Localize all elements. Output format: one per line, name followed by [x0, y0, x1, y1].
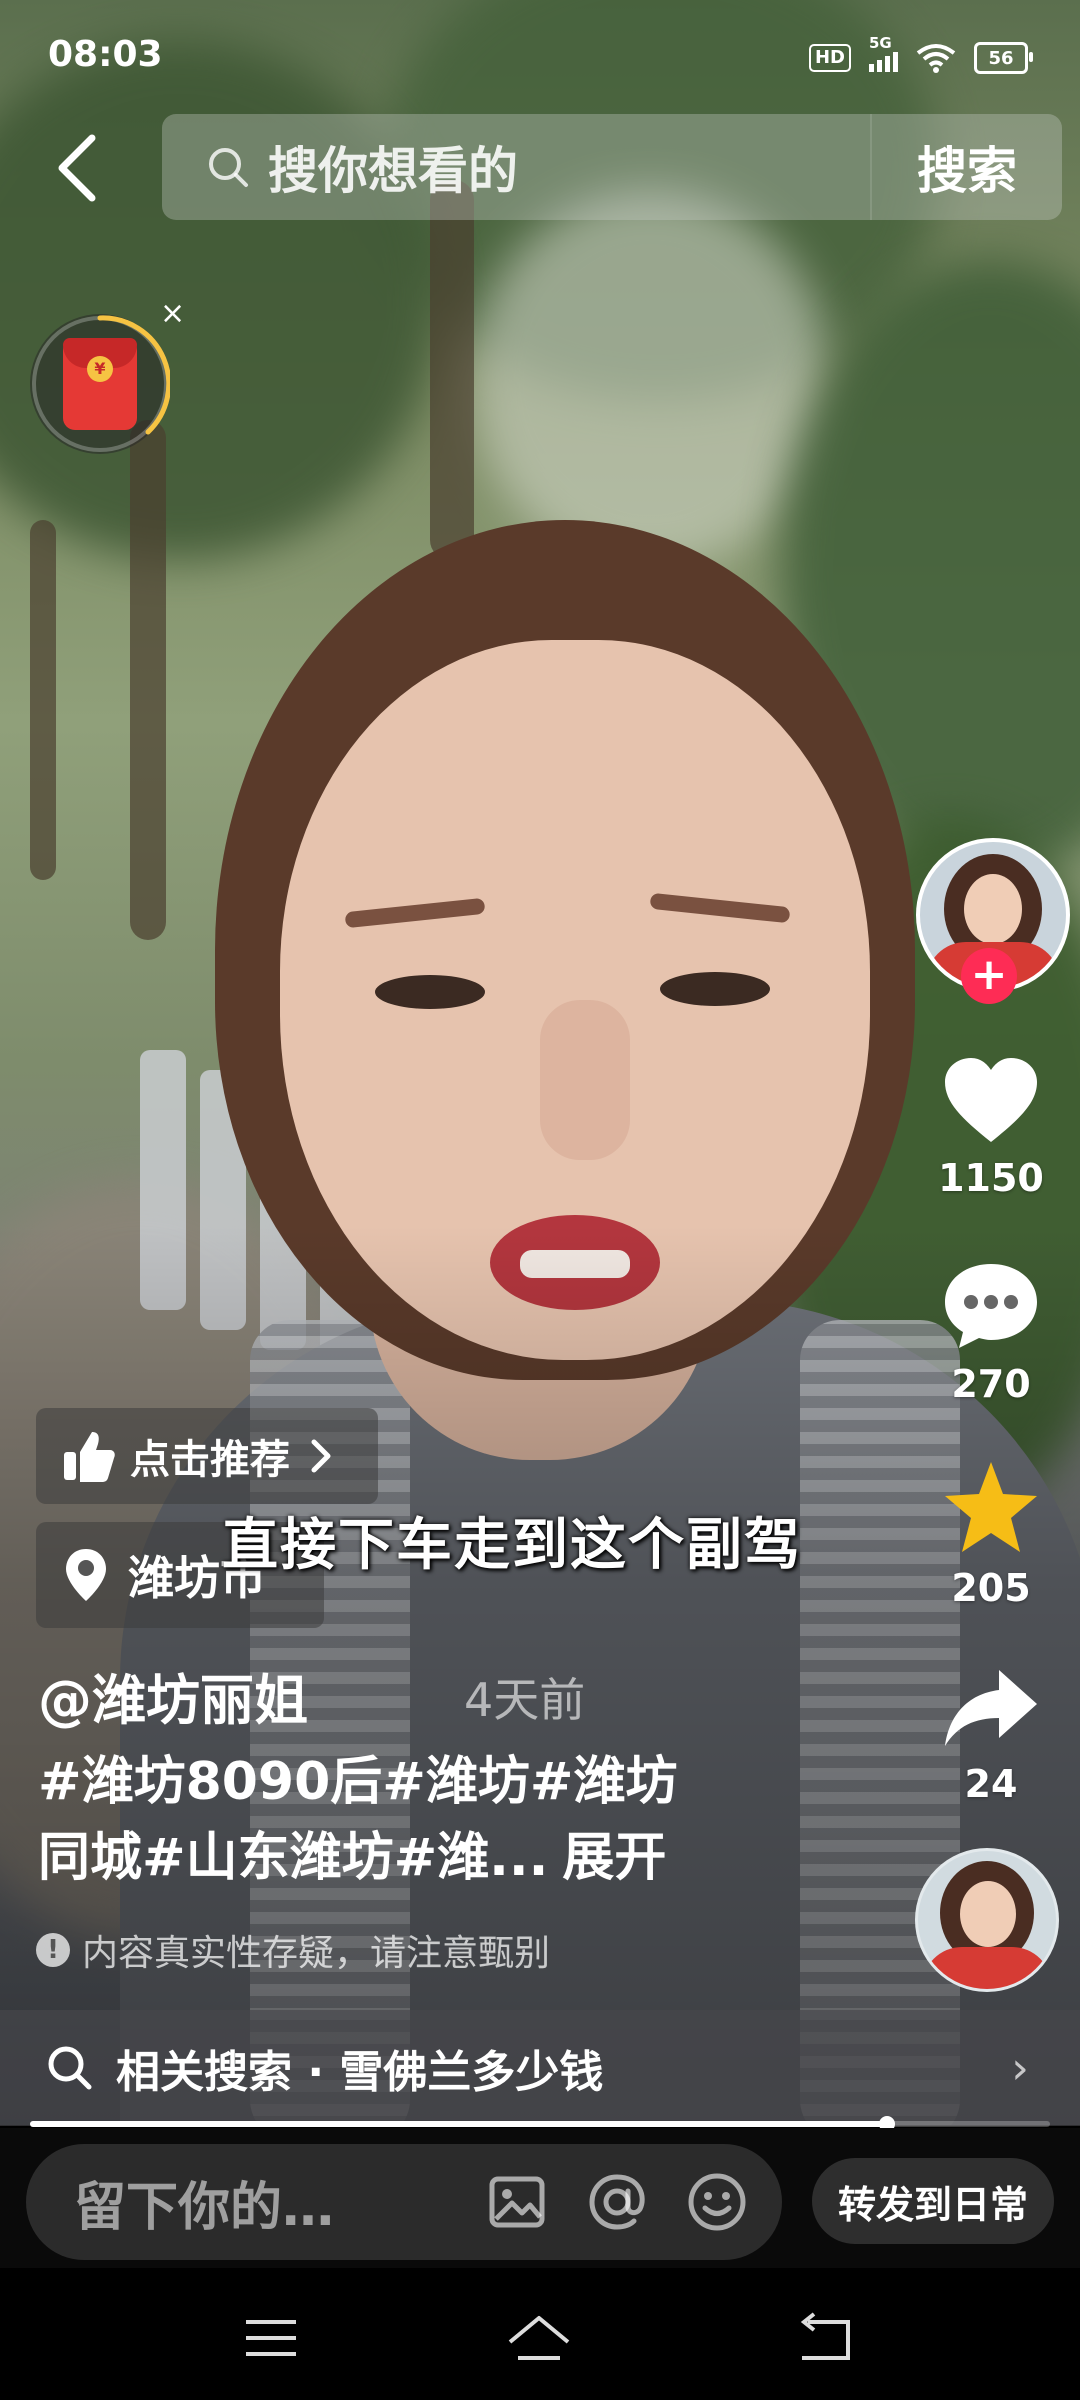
- image-icon[interactable]: [482, 2167, 552, 2237]
- red-packet-widget[interactable]: ¥: [30, 314, 170, 454]
- signal-icon: 5G: [869, 34, 898, 72]
- search-button[interactable]: 搜索: [870, 114, 1062, 220]
- chevron-right-icon: [311, 1439, 331, 1473]
- comment-button[interactable]: 270: [916, 1260, 1066, 1406]
- comment-count: 270: [951, 1362, 1031, 1406]
- share-button[interactable]: 24: [916, 1666, 1066, 1806]
- comment-placeholder: 留下你的…: [74, 2177, 335, 2238]
- video-subtitle: 直接下车走到这个副驾: [222, 1513, 802, 1578]
- status-time: 08:03: [48, 34, 163, 75]
- like-button[interactable]: 1150: [916, 1056, 1066, 1200]
- home-icon[interactable]: [504, 2308, 574, 2368]
- comment-icon: [945, 1264, 1037, 1348]
- progress-fill: [30, 2121, 887, 2127]
- heart-icon: [945, 1058, 1037, 1142]
- search-icon: [209, 148, 248, 187]
- star-icon: [945, 1462, 1037, 1552]
- eye: [375, 975, 485, 1009]
- search-bar[interactable]: 搜你想看的 搜索: [162, 114, 1062, 220]
- share-count: 24: [964, 1762, 1018, 1806]
- description-line: 同城#山东潍坊#潍...: [38, 1828, 549, 1888]
- red-packet-icon: ¥: [63, 338, 137, 430]
- recommend-label: 点击推荐: [130, 1437, 290, 1483]
- coin-icon: ¥: [87, 356, 113, 382]
- expand-button[interactable]: 展开: [562, 1828, 666, 1888]
- menu-icon[interactable]: [236, 2308, 306, 2368]
- related-search-label: 相关搜索 · 雪佛兰多少钱: [116, 2047, 604, 2098]
- red-packet-close-button[interactable]: ×: [160, 296, 185, 331]
- post-time: 4天前: [464, 1673, 586, 1727]
- location-pin-icon: [66, 1549, 106, 1601]
- eye: [660, 972, 770, 1006]
- comment-bar: 留下你的… 转发到日常: [0, 2128, 1080, 2268]
- network-type: 5G: [869, 34, 892, 52]
- recommend-button[interactable]: 点击推荐: [36, 1408, 378, 1504]
- warning-text: 内容真实性存疑，请注意甄别: [82, 1933, 551, 1974]
- authenticity-warning: ! 内容真实性存疑，请注意甄别: [36, 1924, 550, 1976]
- nose: [540, 1000, 630, 1160]
- description-line: #潍坊8090后#潍坊#潍坊: [38, 1752, 678, 1812]
- status-icons: HD 5G 56: [808, 34, 1033, 76]
- comment-input[interactable]: 留下你的…: [26, 2144, 782, 2260]
- tree-trunk: [130, 420, 166, 940]
- back-nav-icon[interactable]: [790, 2308, 860, 2368]
- status-bar: 08:03 HD 5G 56: [0, 0, 1080, 110]
- building-background: [470, 190, 830, 570]
- related-search-bar[interactable]: 相关搜索 · 雪佛兰多少钱 ›: [0, 2010, 1080, 2126]
- tree-trunk: [30, 520, 56, 880]
- chevron-right-icon: ›: [1011, 2042, 1029, 2094]
- thumbs-up-icon: [64, 1432, 115, 1482]
- hd-icon: HD: [808, 44, 851, 72]
- system-nav-bar: [0, 2268, 1080, 2400]
- warning-icon: !: [36, 1933, 70, 1967]
- author-name[interactable]: @潍坊丽姐: [38, 1656, 308, 1735]
- emoji-icon[interactable]: [682, 2167, 752, 2237]
- favorite-count: 205: [951, 1566, 1031, 1610]
- back-icon[interactable]: [48, 124, 108, 214]
- tree-trunk: [430, 180, 474, 560]
- like-count: 1150: [938, 1156, 1044, 1200]
- follow-button[interactable]: +: [961, 948, 1017, 1004]
- at-icon[interactable]: [582, 2167, 652, 2237]
- share-icon: [945, 1670, 1037, 1746]
- battery-icon: 56: [974, 42, 1033, 74]
- video-progress-bar[interactable]: [30, 2116, 1050, 2132]
- wifi-icon: [916, 44, 956, 73]
- share-to-daily-button[interactable]: 转发到日常: [812, 2158, 1054, 2244]
- music-disc-avatar[interactable]: [915, 1848, 1059, 1992]
- favorite-button[interactable]: 205: [916, 1460, 1066, 1610]
- video-description[interactable]: #潍坊8090后#潍坊#潍坊 同城#山东潍坊#潍... 展开: [38, 1744, 798, 1896]
- search-icon: [48, 2046, 92, 2090]
- search-input[interactable]: 搜你想看的: [268, 131, 870, 203]
